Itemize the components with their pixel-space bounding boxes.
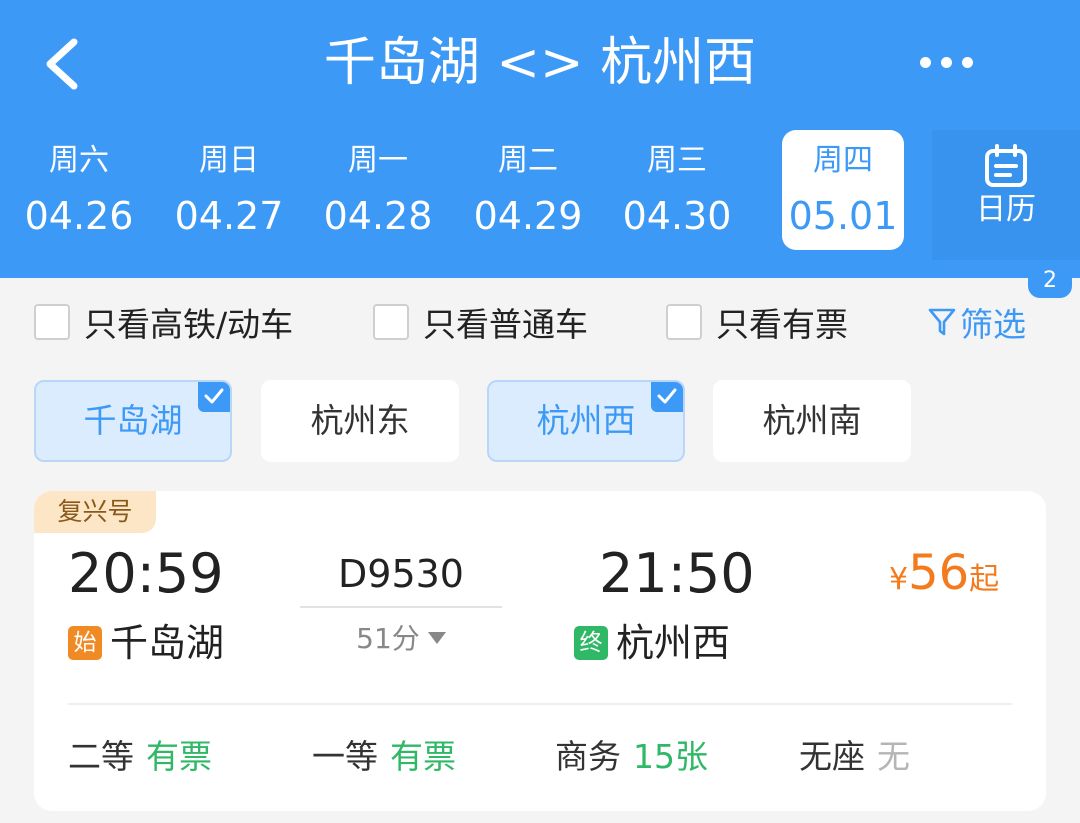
price-suffix: 起: [969, 562, 1000, 597]
date-tab-selected[interactable]: 周四 05.01: [782, 130, 904, 250]
header-bar: 千岛湖 <> 杭州西 周六 04.26 周日 04.27 周一 04.28 周二…: [0, 0, 1080, 278]
more-button[interactable]: [910, 42, 982, 82]
train-number: D9530: [338, 552, 464, 596]
date-value: 04.26: [24, 194, 134, 238]
date-tab[interactable]: 周一 04.28: [317, 130, 439, 250]
calendar-button[interactable]: 日历: [932, 130, 1080, 260]
station-chip-qiandaohu[interactable]: 千岛湖: [34, 380, 232, 462]
arrival-station-name: 杭州西: [616, 621, 731, 665]
station-chip-label: 千岛湖: [83, 401, 183, 440]
train-type-tag: 复兴号: [34, 491, 156, 533]
divider: [68, 703, 1012, 705]
filter-label: 只看高铁/动车: [84, 305, 294, 344]
filter-available-only[interactable]: 只看有票: [666, 300, 848, 344]
price: ¥56起: [889, 543, 999, 614]
train-card[interactable]: 复兴号 20:59 始 千岛湖 D9530 51分 21:50 终 杭州西 ¥5…: [34, 491, 1046, 811]
seat-standing: 无座无: [799, 733, 910, 781]
filter-normal-train[interactable]: 只看普通车: [373, 300, 588, 344]
date-weekday: 周一: [348, 143, 408, 178]
funnel-icon: [928, 308, 956, 336]
date-value: 04.29: [473, 194, 583, 238]
station-chip-hangzhoudong[interactable]: 杭州东: [261, 380, 459, 462]
date-strip: 周六 04.26 周日 04.27 周一 04.28 周二 04.29 周三 0…: [18, 130, 918, 250]
departure-station: 始 千岛湖: [68, 619, 224, 667]
seat-type: 商务: [555, 737, 621, 776]
date-value: 05.01: [788, 194, 898, 238]
date-tab[interactable]: 周六 04.26: [18, 130, 140, 250]
filter-high-speed[interactable]: 只看高铁/动车: [34, 300, 293, 344]
date-weekday: 周二: [498, 143, 558, 178]
date-tab[interactable]: 周日 04.27: [168, 130, 290, 250]
arrival-station: 终 杭州西: [574, 619, 730, 667]
seat-type: 无座: [799, 737, 865, 776]
price-value: 56: [908, 545, 970, 601]
seat-business-class: 商务 15张: [555, 733, 708, 781]
terminal-mark-icon: 终: [574, 626, 608, 660]
date-tab[interactable]: 周三 04.30: [616, 130, 738, 250]
duration-label: 51分: [356, 622, 420, 655]
filter-label: 只看普通车: [423, 305, 588, 344]
date-weekday: 周日: [199, 143, 259, 178]
seat-status: 有票: [146, 737, 212, 776]
date-weekday: 周四: [813, 143, 873, 178]
check-icon: [651, 382, 683, 412]
seat-status: 15张: [633, 737, 708, 776]
date-weekday: 周三: [647, 143, 707, 178]
date-weekday: 周六: [49, 143, 109, 178]
arrival-time: 21:50: [599, 542, 755, 605]
more-dots-icon: [919, 56, 931, 68]
checkbox-icon[interactable]: [373, 304, 409, 340]
caret-down-icon: [427, 632, 446, 644]
seat-type: 二等: [68, 737, 134, 776]
seat-status: 有票: [390, 737, 456, 776]
station-chip-label: 杭州南: [762, 401, 862, 440]
date-value: 04.30: [622, 194, 732, 238]
date-value: 04.28: [323, 194, 433, 238]
route-line: [300, 606, 502, 608]
calendar-badge: 2: [1028, 270, 1072, 298]
date-tab[interactable]: 周二 04.29: [467, 130, 589, 250]
calendar-icon: [985, 144, 1027, 187]
seat-status: 无: [877, 737, 910, 776]
seat-type: 一等: [312, 737, 378, 776]
station-chip-label: 杭州西: [536, 401, 636, 440]
calendar-label: 日历: [976, 192, 1036, 227]
duration-toggle[interactable]: 51分: [300, 619, 502, 659]
station-chip-hangzhouxi[interactable]: 杭州西: [487, 380, 685, 462]
filter-label: 只看有票: [716, 305, 848, 344]
station-chip-label: 杭州东: [310, 401, 410, 440]
seat-second-class: 二等 有票: [68, 733, 212, 781]
checkbox-icon[interactable]: [666, 304, 702, 340]
date-value: 04.27: [174, 194, 284, 238]
departure-station-name: 千岛湖: [110, 621, 225, 665]
screen-label: 筛选: [960, 305, 1026, 344]
check-icon: [198, 382, 230, 412]
station-chip-hangzhounan[interactable]: 杭州南: [713, 380, 911, 462]
screen-button[interactable]: 筛选: [928, 300, 1026, 344]
currency-symbol: ¥: [889, 562, 909, 597]
seat-first-class: 一等 有票: [312, 733, 456, 781]
origin-mark-icon: 始: [68, 626, 102, 660]
departure-time: 20:59: [68, 542, 224, 605]
checkbox-icon[interactable]: [34, 304, 70, 340]
